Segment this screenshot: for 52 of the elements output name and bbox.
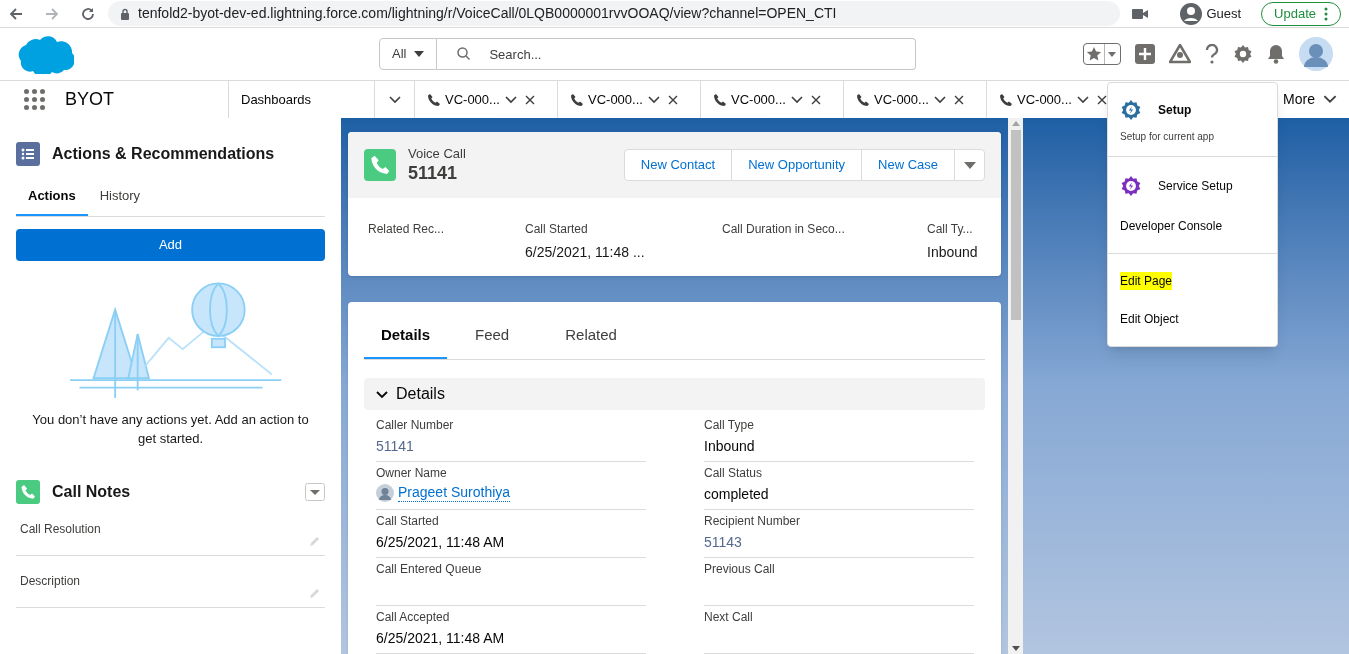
menu-item[interactable]: Edit Object bbox=[1108, 300, 1277, 338]
field-label: Previous Call bbox=[704, 560, 776, 578]
field-value: 6/25/2021, 11:48 ... bbox=[525, 243, 646, 262]
object-label: Voice Call bbox=[408, 145, 466, 162]
field-label: Call Status bbox=[704, 464, 764, 482]
more-tabs-button[interactable]: More bbox=[1283, 81, 1349, 118]
field-label: Call Type bbox=[704, 416, 755, 434]
field-label: Recipient Number bbox=[704, 512, 802, 530]
field-label: Call Ty... bbox=[927, 221, 974, 238]
url-text: tenfold2-byot-dev-ed.lightning.force.com/lightning/r/VoiceCall/0LQB0000001rvvOOAQ/view?channel=OPEN_CTI bbox=[138, 4, 837, 23]
action-button[interactable]: New Opportunity bbox=[731, 150, 862, 180]
action-button[interactable]: New Contact bbox=[624, 150, 732, 180]
menu-item[interactable]: Edit Page bbox=[1108, 262, 1277, 300]
record-tab[interactable]: Related bbox=[537, 314, 645, 359]
menu-item[interactable]: Setup Setup for current app bbox=[1108, 91, 1277, 157]
field-label: Next Call bbox=[704, 608, 754, 626]
phone-link[interactable]: 51141 bbox=[376, 435, 414, 457]
record-title: 51141 bbox=[408, 161, 459, 185]
user-link[interactable]: Prageet Surothiya bbox=[398, 483, 511, 502]
menu-item[interactable]: Service Setup bbox=[1108, 165, 1277, 207]
field-label: Call Entered Queue bbox=[376, 560, 483, 578]
app-name: BYOT bbox=[65, 88, 114, 111]
panel-title: Actions & Recommendations bbox=[52, 144, 275, 164]
menu-item[interactable]: Developer Console bbox=[1108, 207, 1277, 245]
field-label: Call Accepted bbox=[376, 608, 451, 626]
profile-button[interactable]: Guest bbox=[1176, 2, 1246, 25]
record-tab[interactable]: Details bbox=[364, 314, 447, 359]
field-label: Owner Name bbox=[376, 464, 448, 482]
panel-tab[interactable]: Actions bbox=[16, 186, 88, 216]
address-bar[interactable]: tenfold2-byot-dev-ed.lightning.force.com/lightning/r/VoiceCall/0LQB0000001rvvOOAQ/view?channel=OPEN_CTI bbox=[108, 1, 1121, 26]
panel-tab[interactable]: History bbox=[87, 186, 153, 216]
field-value: Inbound bbox=[704, 436, 756, 456]
record-tab[interactable]: Feed bbox=[447, 314, 538, 359]
note-field[interactable]: Call Resolution bbox=[16, 507, 325, 556]
search-field[interactable]: Search... bbox=[437, 38, 916, 70]
field-label: Call Duration in Seco... bbox=[722, 221, 846, 238]
section-header[interactable]: Details bbox=[364, 377, 985, 410]
field-label: Call Started bbox=[376, 512, 440, 530]
search-scope-dropdown[interactable]: All bbox=[379, 38, 438, 70]
action-button[interactable]: New Case bbox=[861, 150, 954, 180]
note-field[interactable]: Description bbox=[16, 559, 325, 608]
section-title: Call Notes bbox=[52, 481, 132, 502]
field-label: Caller Number bbox=[376, 416, 455, 434]
field-value: 6/25/2021, 11:48 AM bbox=[376, 628, 506, 648]
field-value: Inbound bbox=[927, 243, 979, 262]
field-label: Call Started bbox=[525, 221, 589, 238]
add-button[interactable]: Add bbox=[16, 228, 325, 261]
field-label: Related Rec... bbox=[368, 221, 446, 238]
field-value: completed bbox=[704, 484, 770, 504]
empty-message: You don’t have any actions yet. Add an action to get started. bbox=[31, 410, 310, 448]
phone-link[interactable]: 51143 bbox=[704, 531, 742, 553]
field-value: 6/25/2021, 11:48 AM bbox=[376, 532, 506, 552]
